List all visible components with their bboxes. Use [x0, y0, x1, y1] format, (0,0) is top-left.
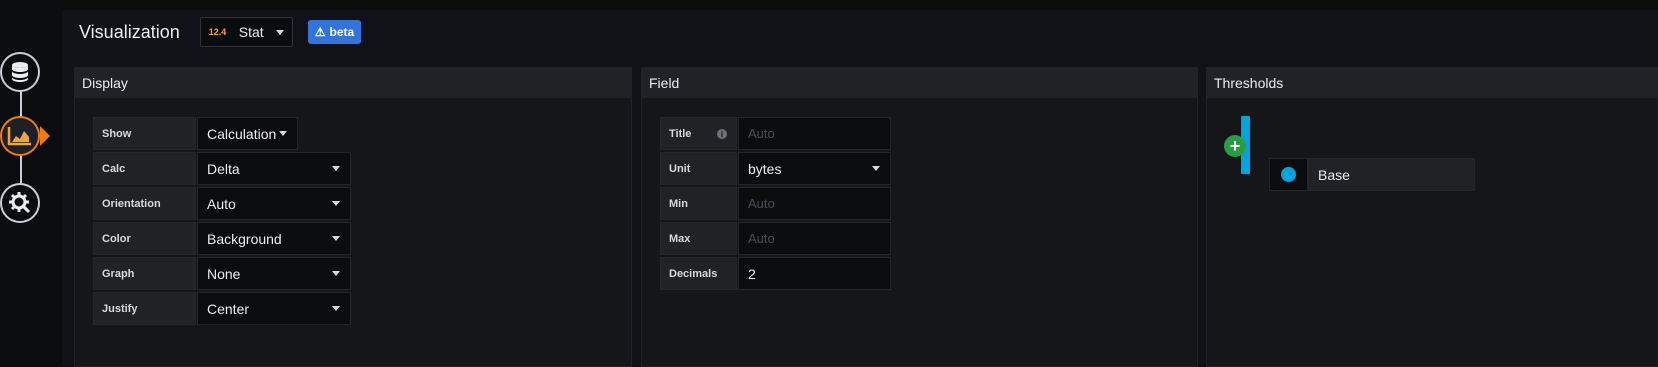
graph-label: Graph	[93, 257, 196, 290]
color-swatch-icon	[1281, 167, 1296, 182]
calc-select[interactable]: Delta	[197, 152, 351, 185]
warning-icon: ⚠	[314, 25, 326, 39]
threshold-base-label: Base	[1308, 158, 1475, 191]
color-select[interactable]: Background	[197, 222, 351, 255]
field-row-min: Min Auto	[660, 187, 891, 220]
plus-icon: +	[1229, 136, 1241, 156]
max-input[interactable]: Auto	[738, 222, 891, 255]
display-row-justify: Justify Center	[93, 292, 351, 325]
nav-queries-button[interactable]	[0, 52, 40, 92]
visualization-picker[interactable]: 12.4 Stat	[199, 17, 293, 47]
unit-select[interactable]: bytes	[738, 152, 891, 185]
justify-value: Center	[207, 300, 250, 317]
color-value: Background	[207, 230, 282, 247]
chevron-down-icon	[872, 166, 880, 171]
field-row-decimals: Decimals 2	[660, 257, 891, 290]
field-row-unit: Unit bytes	[660, 152, 891, 185]
max-label: Max	[660, 222, 737, 255]
editor-main: Visualization 12.4 Stat ⚠ beta Display S…	[62, 10, 1658, 367]
thresholds-panel: Thresholds + Base	[1206, 67, 1658, 367]
justify-select[interactable]: Center	[197, 292, 351, 325]
chart-icon	[7, 127, 31, 146]
nav-general-button[interactable]	[0, 183, 40, 223]
unit-value: bytes	[748, 160, 782, 177]
decimals-label: Decimals	[660, 257, 737, 290]
display-row-orientation: Orientation Auto	[93, 187, 351, 220]
field-panel: Field Title i Auto Unit bytes Min Auto M…	[641, 67, 1198, 367]
display-row-calc: Calc Delta	[93, 152, 351, 185]
beta-badge: ⚠ beta	[307, 20, 362, 44]
min-label: Min	[660, 187, 737, 220]
calc-value: Delta	[207, 160, 240, 177]
decimals-input[interactable]: 2	[738, 257, 891, 290]
thresholds-panel-title: Thresholds	[1207, 68, 1657, 98]
justify-label: Justify	[93, 292, 196, 325]
title-placeholder: Auto	[748, 126, 775, 141]
visualization-picker-label: Stat	[238, 24, 264, 40]
orientation-select[interactable]: Auto	[197, 187, 351, 220]
beta-badge-label: beta	[329, 25, 355, 39]
chevron-down-icon	[332, 271, 340, 276]
chevron-down-icon	[279, 131, 287, 136]
side-nav	[0, 0, 60, 366]
graph-value: None	[207, 265, 241, 282]
chevron-down-icon	[332, 166, 340, 171]
color-label: Color	[93, 222, 196, 255]
chevron-down-icon	[332, 201, 340, 206]
chevron-down-icon	[332, 306, 340, 311]
min-placeholder: Auto	[748, 196, 775, 211]
graph-select[interactable]: None	[197, 257, 351, 290]
viz-header: Visualization 12.4 Stat ⚠ beta	[79, 16, 362, 48]
display-panel-title: Display	[75, 68, 631, 98]
chevron-down-icon	[332, 236, 340, 241]
orientation-value: Auto	[207, 195, 236, 212]
title-label-text: Title	[669, 127, 692, 140]
display-row-graph: Graph None	[93, 257, 351, 290]
page-title: Visualization	[79, 21, 180, 42]
orientation-label: Orientation	[93, 187, 196, 220]
nav-visualization-button[interactable]	[0, 116, 40, 156]
add-threshold-button[interactable]: +	[1224, 135, 1246, 157]
stat-icon: 12.4	[208, 27, 227, 37]
show-value: Calculation	[207, 125, 277, 142]
field-row-title: Title i Auto	[660, 117, 891, 150]
display-row-color: Color Background	[93, 222, 351, 255]
min-input[interactable]: Auto	[738, 187, 891, 220]
calc-label: Calc	[93, 152, 196, 185]
max-placeholder: Auto	[748, 231, 775, 246]
decimals-value: 2	[748, 265, 756, 282]
threshold-color-picker[interactable]	[1269, 158, 1308, 191]
info-icon[interactable]: i	[717, 129, 727, 139]
show-select[interactable]: Calculation	[197, 117, 298, 150]
chevron-down-icon	[275, 29, 284, 35]
cog-icon	[9, 192, 31, 214]
display-panel: Display Show Calculation Calc Delta Orie…	[74, 67, 632, 367]
field-row-max: Max Auto	[660, 222, 891, 255]
show-label: Show	[93, 117, 196, 150]
threshold-row-base: Base	[1269, 158, 1475, 191]
unit-label: Unit	[660, 152, 737, 185]
database-icon	[12, 62, 28, 82]
field-panel-title: Field	[642, 68, 1197, 98]
display-row-show: Show Calculation	[93, 117, 298, 150]
title-label: Title i	[660, 117, 737, 150]
title-input[interactable]: Auto	[738, 117, 891, 150]
active-indicator	[40, 126, 50, 146]
